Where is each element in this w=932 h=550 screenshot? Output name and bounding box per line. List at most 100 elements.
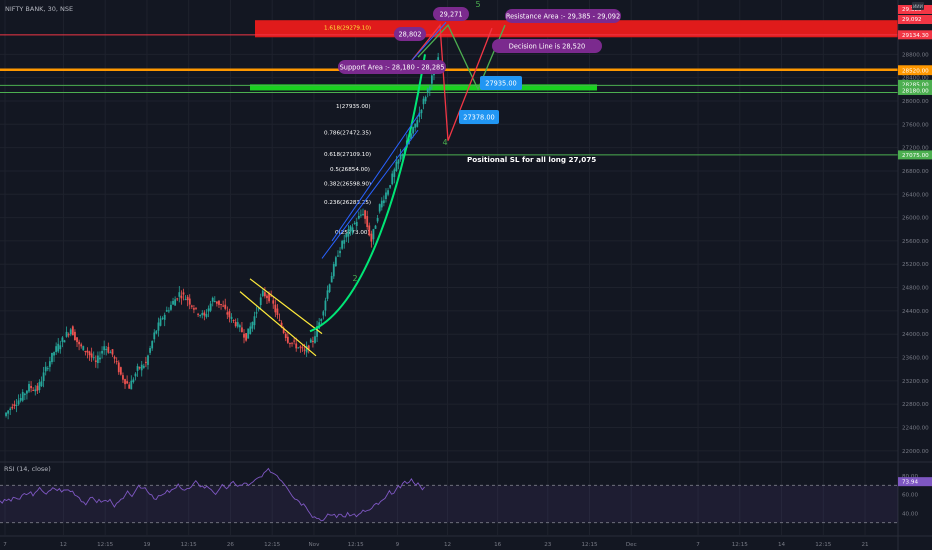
candle-body [215, 301, 218, 304]
x-tick-label: 12:15 [732, 542, 749, 548]
candle-body [172, 301, 174, 305]
price-chart[interactable]: 1.618(29279.10) 1(27935.00) 0.786(27472.35… [0, 0, 932, 550]
candle-body [362, 213, 364, 215]
candle-body [149, 348, 151, 353]
rsi-tick-label: 40.00 [902, 511, 918, 517]
candle-body [276, 308, 279, 315]
candle-body [74, 331, 76, 341]
rsi-band [0, 485, 898, 523]
x-tick-label: 9 [396, 542, 400, 548]
candle-body [184, 299, 187, 301]
candle-body [357, 215, 360, 219]
candle-body [57, 343, 60, 352]
candle-body [170, 304, 172, 310]
y-tick-label: 22800.00 [902, 402, 929, 408]
rsi-tick-label: 60.00 [902, 493, 918, 499]
candle-body [51, 352, 53, 363]
candle-body [132, 379, 135, 383]
candle-body [297, 347, 300, 349]
fib-label: 0.786(27472.35) [324, 131, 371, 137]
candle-body [286, 336, 289, 343]
candle-body [34, 389, 37, 392]
candle-body [44, 366, 47, 372]
candle-body [71, 326, 74, 336]
candle-body [15, 405, 18, 407]
x-tick-label: 12:15 [348, 542, 365, 548]
candle-body [78, 341, 81, 345]
candle-body [426, 88, 429, 93]
price-level-tag: 27075.00 [902, 153, 929, 159]
candle-body [161, 317, 164, 319]
y-tick-label: 26400.00 [902, 192, 929, 198]
candle-body [55, 346, 58, 353]
candle-body [220, 303, 222, 305]
candle-body [218, 300, 220, 305]
candle-body [364, 210, 366, 219]
candle-body [40, 381, 43, 387]
candle-body [372, 229, 375, 240]
fib-label: 0.618(27109.10) [324, 152, 371, 158]
candle-body [11, 406, 14, 409]
candle-body [126, 381, 129, 384]
candle-body [157, 322, 160, 331]
candle-body [355, 221, 358, 226]
x-tick-label: 12 [444, 542, 451, 548]
wave-label: 5 [475, 0, 480, 9]
x-tick-label: 12:15 [181, 542, 198, 548]
candle-body [151, 341, 154, 349]
candle-body [320, 319, 323, 321]
candle-body [136, 366, 139, 371]
candle-body [382, 200, 385, 204]
candle-body [61, 337, 64, 342]
candle-body [241, 327, 243, 333]
candle-body [159, 318, 162, 326]
candle-body [147, 355, 149, 365]
y-tick-label: 24800.00 [902, 286, 929, 292]
candle-body [322, 311, 325, 316]
candle-body [145, 361, 147, 363]
wave-label: 2 [352, 274, 357, 283]
chart-background [0, 0, 932, 550]
candle-body [303, 349, 306, 351]
candle-body [124, 379, 126, 385]
candle-body [295, 343, 298, 349]
candle-body [53, 352, 55, 356]
candle-body [122, 375, 124, 380]
candle-body [21, 392, 24, 401]
candle-body [117, 362, 120, 373]
symbol-title: NIFTY BANK, 30, NSE [5, 5, 73, 13]
candle-body [278, 319, 281, 321]
candle-body [334, 257, 337, 267]
y-tick-label: 26800.00 [902, 169, 929, 175]
candle-body [109, 352, 112, 354]
candle-body [368, 225, 371, 236]
candle-body [42, 372, 45, 382]
candle-body [226, 312, 229, 315]
candle-body [69, 329, 72, 335]
candle-body [341, 240, 344, 249]
candle-body [399, 154, 402, 160]
candle-body [228, 311, 231, 318]
candle-body [422, 98, 425, 105]
candle-body [263, 292, 266, 297]
level-tag-27378: 27378.00 [463, 114, 494, 122]
price-axis[interactable]: 22000.00 22400.00 22800.00 23200.00 23600.00… [897, 0, 932, 550]
candle-body [92, 357, 95, 359]
candle-body [65, 331, 68, 337]
candle-body [205, 314, 208, 317]
candle-body [13, 404, 16, 406]
candle-body [224, 304, 227, 309]
candle-body [339, 250, 341, 254]
candle-body [412, 127, 415, 134]
candle-body [209, 303, 212, 311]
high-label: 28,802 [398, 31, 421, 39]
candle-body [301, 347, 304, 349]
fib-label: 1.618(29279.10) [324, 25, 371, 31]
candle-body [134, 373, 137, 377]
x-tick-label: 7 [3, 542, 7, 548]
candle-body [142, 365, 145, 368]
candle-body [178, 292, 181, 297]
candle-body [199, 315, 202, 317]
candle-body [234, 321, 237, 327]
candle-body [28, 384, 30, 392]
